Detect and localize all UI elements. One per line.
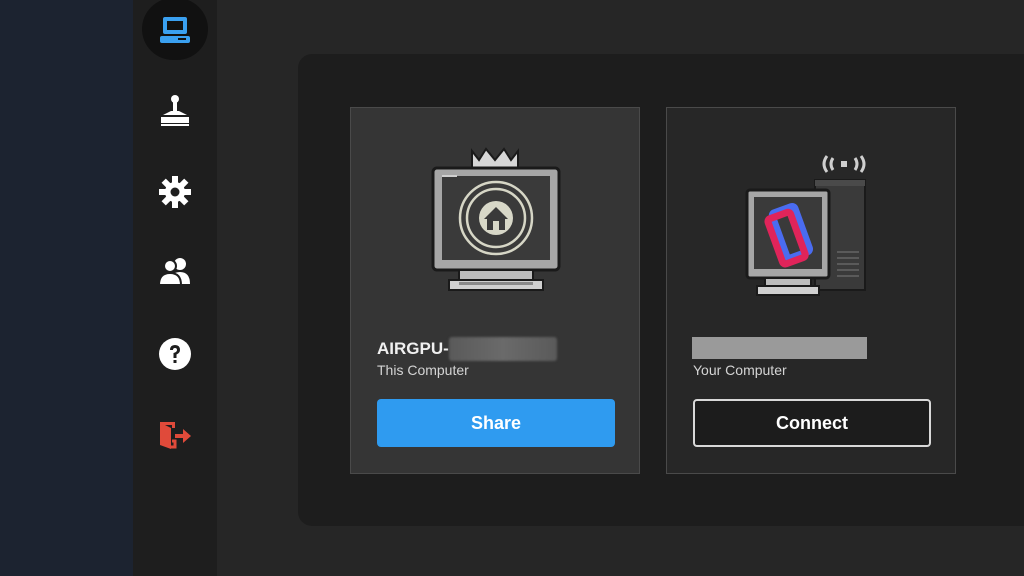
help-icon	[159, 338, 191, 370]
nav-controller-button[interactable]	[142, 80, 208, 140]
your-computer-card: Your Computer Connect	[666, 107, 956, 474]
this-computer-label: This Computer	[377, 362, 469, 378]
computer-icon	[160, 17, 190, 43]
nav-help-button[interactable]	[142, 324, 208, 384]
joystick-icon	[161, 95, 189, 126]
computer-name: AIRGPU-	[377, 337, 557, 361]
nav-computer-button[interactable]	[142, 0, 208, 60]
share-button[interactable]: Share	[377, 399, 615, 447]
nav-logout-button[interactable]	[142, 406, 208, 466]
friends-icon	[158, 258, 190, 286]
nav-friends-button[interactable]	[142, 241, 208, 301]
sidebar	[133, 0, 217, 576]
computer-name-redacted	[448, 337, 557, 361]
computer-name-prefix: AIRGPU-	[377, 339, 449, 358]
remote-computer-name-redacted	[692, 337, 867, 359]
remote-computer-icon	[745, 155, 866, 296]
this-computer-card: AIRGPU- This Computer Share	[350, 107, 640, 474]
logout-icon	[160, 422, 191, 449]
connect-button[interactable]: Connect	[693, 399, 931, 447]
your-computer-label: Your Computer	[693, 362, 787, 378]
left-background-strip	[0, 0, 133, 576]
nav-settings-button[interactable]	[142, 162, 208, 222]
home-monitor-icon	[431, 147, 561, 291]
gear-icon	[159, 176, 191, 208]
